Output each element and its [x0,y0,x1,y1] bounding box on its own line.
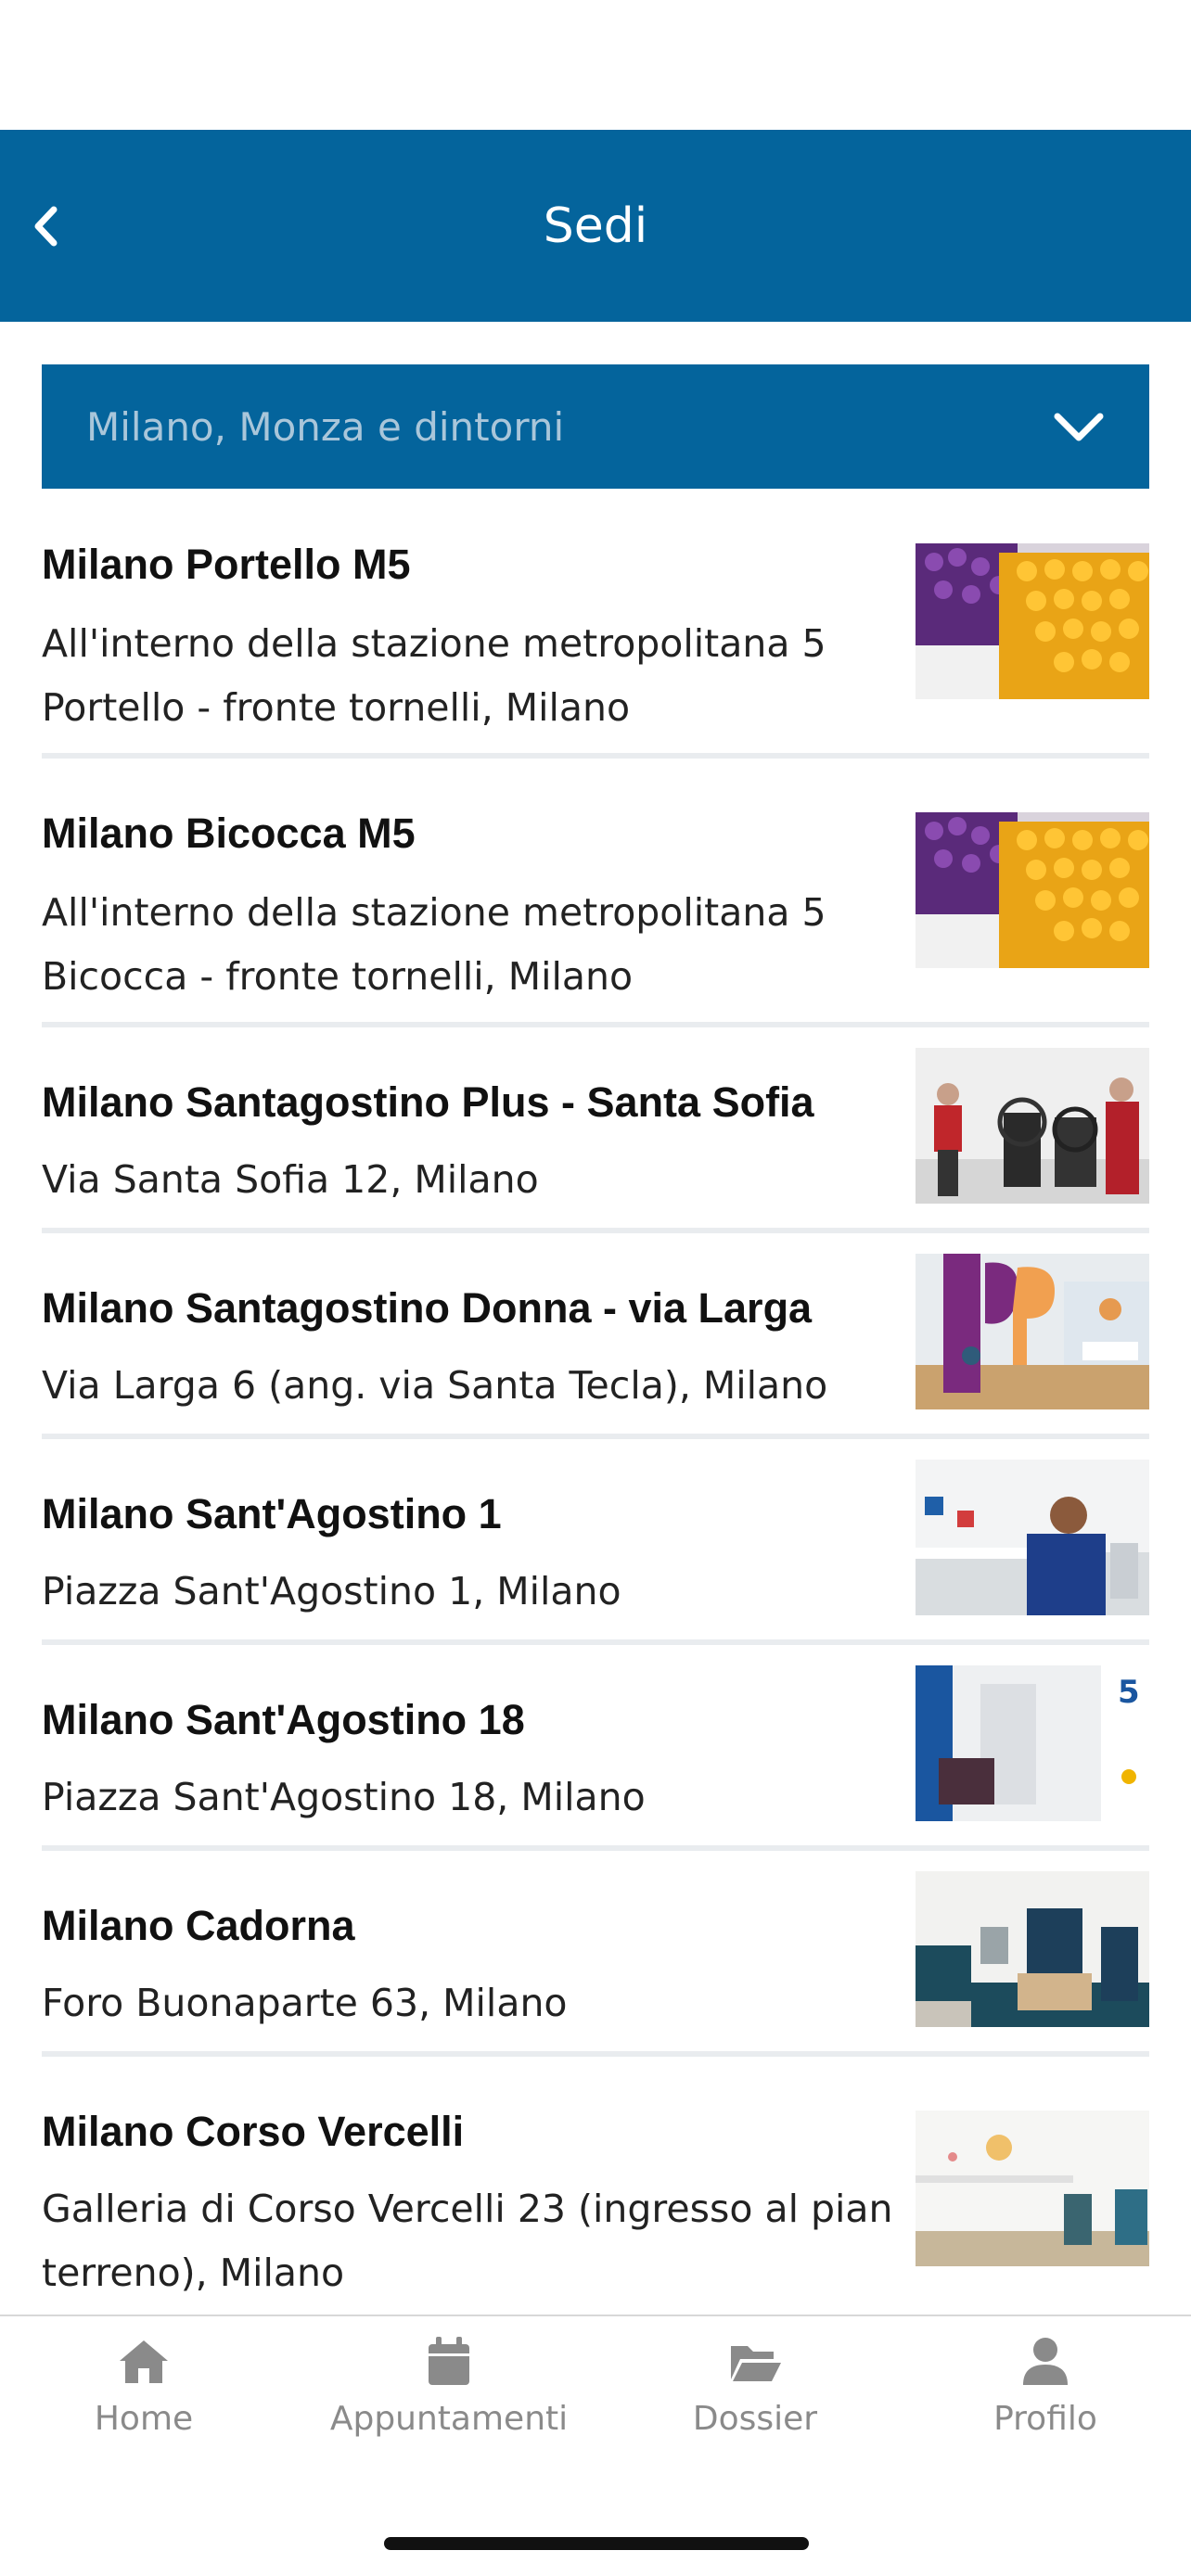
tab-label: Dossier [692,2400,818,2438]
svg-text:5: 5 [1118,1674,1140,1711]
location-name: Milano Cadorna [42,1902,355,1949]
location-item[interactable]: Milano Corso Vercelli Galleria di Corso … [42,2057,1149,2315]
location-item[interactable]: Milano Bicocca M5 All'interno della staz… [42,759,1149,1027]
location-address: Via Santa Sofia 12, Milano [42,1157,539,1202]
location-item[interactable]: Milano Sant'Agostino 1 Piazza Sant'Agost… [42,1439,1149,1645]
location-photo [916,1254,1149,1409]
location-name: Milano Corso Vercelli [42,2108,465,2155]
location-name: Milano Sant'Agostino 18 [42,1696,525,1743]
location-name: Milano Santagostino Plus - Santa Sofia [42,1078,814,1126]
calendar-icon [429,2337,469,2385]
location-photo [916,1460,1149,1615]
tab-bar: Home Appuntamenti Dossier Profilo [0,2315,1191,2481]
location-name: Milano Sant'Agostino 1 [42,1490,502,1537]
tab-label: Appuntamenti [329,2400,569,2438]
tab-label: Profilo [993,2400,1097,2438]
folder-open-icon [731,2346,781,2381]
chevron-left-icon [34,206,58,247]
location-photo [916,812,1149,968]
location-name: Milano Santagostino Donna - via Larga [42,1284,813,1332]
locations-list[interactable]: Milano Portello M5 All'interno della sta… [0,490,1191,2315]
location-address: All'interno della stazione metropolitana… [42,890,826,999]
location-photo [916,1871,1149,2027]
location-item[interactable]: Milano Sant'Agostino 18 Piazza Sant'Agos… [42,1645,1149,1851]
region-select[interactable]: Milano, Monza e dintorni [42,364,1149,489]
location-photo [916,2111,1149,2266]
location-item[interactable]: Milano Santagostino Donna - via Larga Vi… [42,1233,1149,1439]
tab-dossier[interactable]: Dossier [616,2335,894,2474]
location-item[interactable]: Milano Portello M5 All'interno della sta… [42,490,1149,759]
location-address: All'interno della stazione metropolitana… [42,621,826,730]
home-indicator[interactable] [384,2537,809,2550]
location-photo [916,543,1149,699]
user-icon [1023,2338,1068,2385]
tab-home[interactable]: Home [5,2335,283,2474]
back-button[interactable] [13,185,78,267]
status-bar-area [0,0,1191,130]
chevron-down-icon [1054,413,1104,441]
location-address: Via Larga 6 (ang. via Santa Tecla), Mila… [42,1363,828,1408]
location-address: Piazza Sant'Agostino 18, Milano [42,1775,646,1819]
region-select-value: Milano, Monza e dintorni [86,403,565,450]
location-item[interactable]: Milano Santagostino Plus - Santa Sofia V… [42,1027,1149,1233]
home-icon [120,2340,168,2383]
location-photo: 5 [916,1665,1149,1821]
location-address: Foro Buonaparte 63, Milano [42,1981,568,2025]
tab-profilo[interactable]: Profilo [906,2335,1185,2474]
location-photo [916,1048,1149,1204]
location-name: Milano Bicocca M5 [42,810,416,857]
tab-label: Home [94,2400,194,2438]
location-item[interactable]: Milano Cadorna Foro Buonaparte 63, Milan… [42,1851,1149,2057]
location-name: Milano Portello M5 [42,541,411,588]
page-title: Sedi [543,198,648,254]
tab-appuntamenti[interactable]: Appuntamenti [310,2335,588,2474]
location-address: Galleria di Corso Vercelli 23 (ingresso … [42,2187,893,2295]
location-address: Piazza Sant'Agostino 1, Milano [42,1569,621,1613]
